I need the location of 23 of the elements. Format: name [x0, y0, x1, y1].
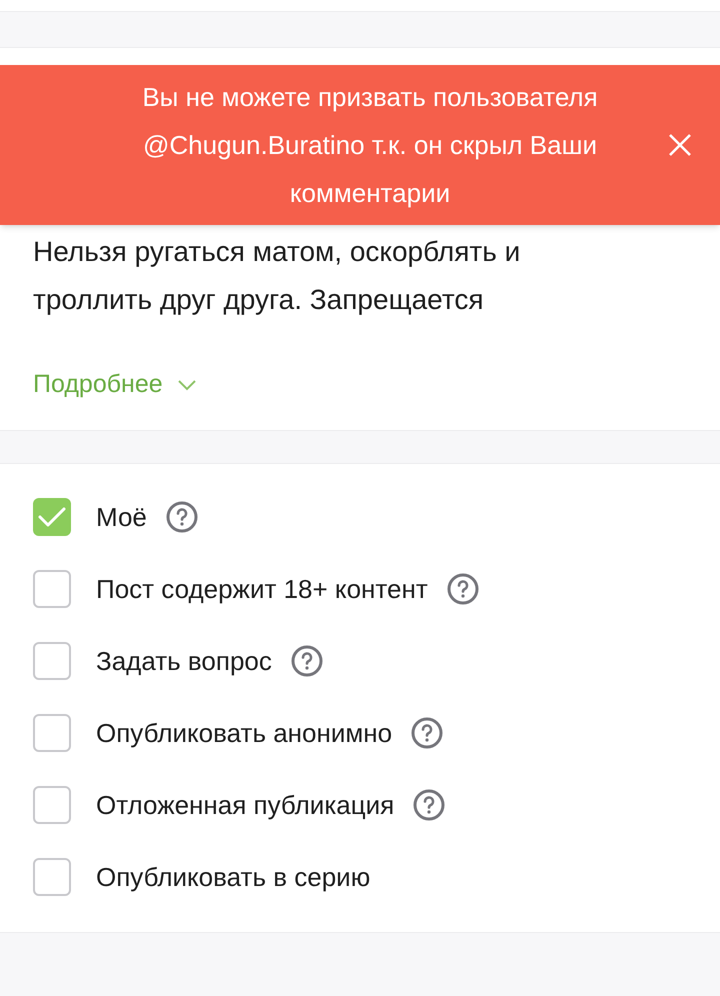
help-icon[interactable]: [410, 716, 444, 750]
help-icon[interactable]: [446, 572, 480, 606]
checkmark-icon: [38, 506, 66, 528]
help-icon[interactable]: [290, 644, 324, 678]
rules-text: Нельзя ругаться матом, оскорблять и троллить друг друга. Запрещается: [33, 235, 522, 317]
option-label: Задать вопрос: [96, 644, 272, 678]
more-link[interactable]: Подробнее: [33, 366, 197, 404]
option-label: Моё: [96, 500, 147, 534]
option-label: Опубликовать анонимно: [96, 716, 392, 750]
help-icon[interactable]: [164, 500, 199, 534]
checkbox[interactable]: [33, 786, 71, 824]
checkbox[interactable]: [33, 714, 71, 752]
checkbox[interactable]: [33, 498, 71, 536]
checkbox[interactable]: [33, 642, 71, 680]
option-label: Пост содержит 18+ контент: [96, 572, 428, 606]
close-icon: [668, 133, 692, 157]
toast-message: Вы не можете призвать пользователя @Chugun.Buratino т.к. он скрыл Ваши комментарии: [141, 81, 599, 210]
option-label: Отложенная публикация: [96, 788, 394, 822]
checkbox[interactable]: [33, 858, 71, 896]
chevron-down-icon: [176, 378, 197, 391]
option-label: Опубликовать в серию: [96, 860, 370, 894]
help-icon[interactable]: [412, 788, 446, 822]
checkbox[interactable]: [33, 570, 71, 608]
